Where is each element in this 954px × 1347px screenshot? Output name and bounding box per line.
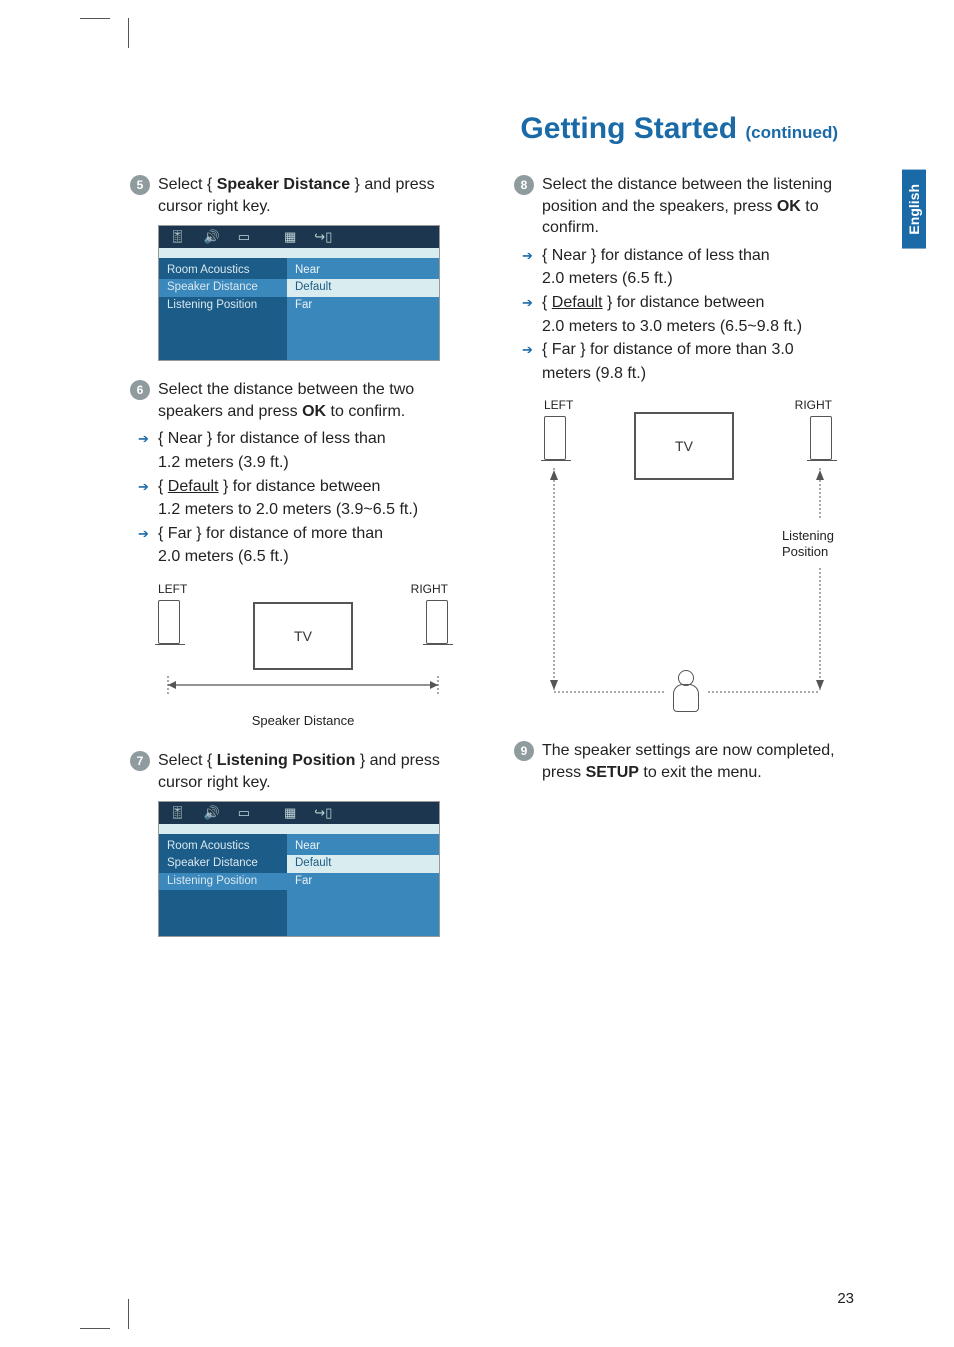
step-6: 6 Select the distance between the two sp… [130,379,480,422]
text: 2.0 meters (6.5 ft.) [130,546,480,568]
tv-icon: TV [253,602,353,670]
menu-right-panel: Near Default Far [287,258,439,360]
right-column: 8 Select the distance between the listen… [514,174,864,955]
title-text: Getting Started [520,112,737,145]
menu-option: Near [295,838,431,855]
text-bold: OK [777,198,801,215]
menu-right-panel: Near Default Far [287,834,439,936]
tab-icon: ▦ [284,229,296,245]
menu-option: Far [295,297,431,314]
speaker-left-icon [158,600,180,644]
menu-listening-position: 🎚 🔊 ▭ ▦ ↪▯ Room Acoustics Speaker Distan… [158,801,440,937]
step-number: 5 [130,175,150,195]
tab-icon: ▭ [238,229,250,245]
text: to confirm. [326,403,405,420]
speaker-right-icon [426,600,448,644]
text-bold: OK [302,403,326,420]
bullet-default: { Default } for distance between [130,476,480,498]
text: Select { [158,752,217,769]
page-number: 23 [837,1290,854,1307]
menu-item-active: Listening Position [159,873,287,890]
text: { [158,478,168,495]
tab-icon: ▦ [284,805,296,821]
menu-left-panel: Room Acoustics Speaker Distance Listenin… [159,834,287,936]
text: Select { [158,176,217,193]
menu-option: Far [295,873,431,890]
text: { [542,294,552,311]
step-5: 5 Select { Speaker Distance } and press … [130,174,480,217]
tab-icon: 🔊 [204,229,220,245]
tab-icon: 🔊 [204,805,220,821]
step-number: 6 [130,380,150,400]
step-8: 8 Select the distance between the listen… [514,174,864,239]
crop-marks-top [80,18,129,48]
bullet-far: { Far } for distance of more than 3.0 [514,339,864,361]
diagram-listening-position: LEFT RIGHT TV ListeningPosition [538,398,838,718]
bullet-far: { Far } for distance of more than [130,523,480,545]
step-number: 8 [514,175,534,195]
text-bold: SETUP [586,764,639,781]
label-right: RIGHT [411,582,448,596]
text: 1.2 meters (3.9 ft.) [130,452,480,474]
menu-option: Near [295,262,431,279]
menu-item: Room Acoustics [167,262,279,279]
text-bold: Listening Position [217,752,356,769]
text: to exit the menu. [639,764,762,781]
menu-item: Speaker Distance [167,855,279,872]
bullet-default: { Default } for distance between [514,292,864,314]
title-continued: (continued) [745,123,838,142]
menu-option-selected: Default [287,855,439,872]
step-number: 7 [130,751,150,771]
text: 2.0 meters to 3.0 meters (6.5~9.8 ft.) [514,316,864,338]
text: 1.2 meters to 2.0 meters (3.9~6.5 ft.) [130,499,480,521]
diagram-speaker-distance: LEFT RIGHT TV Speaker Distance [158,582,448,728]
bullet-near: { Near } for distance of less than [514,245,864,267]
tab-icon: 🎚 [169,229,186,245]
label-speaker-distance: Speaker Distance [158,713,448,728]
tab-icon: 🎚 [169,805,186,821]
label-left: LEFT [158,582,187,596]
section-title: Getting Started (continued) [130,112,864,146]
tab-icon: ↪▯ [314,229,332,245]
menu-speaker-distance: 🎚 🔊 ▭ ▦ ↪▯ Room Acoustics Speaker Distan… [158,225,440,361]
text-underlined: Default [552,294,603,311]
step-9: 9 The speaker settings are now completed… [514,740,864,783]
tab-icon: ↪▯ [314,805,332,821]
text: 2.0 meters (6.5 ft.) [514,268,864,290]
text: } for distance between [603,294,765,311]
left-column: 5 Select { Speaker Distance } and press … [130,174,480,955]
text: } for distance between [219,478,381,495]
menu-item: Room Acoustics [167,838,279,855]
menu-tabs: 🎚 🔊 ▭ ▦ ↪▯ [159,802,439,824]
distance-arrow-icon [158,674,448,696]
text: meters (9.8 ft.) [514,363,864,385]
menu-left-panel: Room Acoustics Speaker Distance Listenin… [159,258,287,360]
menu-item-active: Speaker Distance [159,279,287,296]
bullet-near: { Near } for distance of less than [130,428,480,450]
text-underlined: Default [168,478,219,495]
text-bold: Speaker Distance [217,176,350,193]
menu-item: Listening Position [167,297,279,314]
step-number: 9 [514,741,534,761]
menu-option-selected: Default [287,279,439,296]
person-icon [672,670,700,712]
step-7: 7 Select { Listening Position } and pres… [130,750,480,793]
crop-marks-bottom [80,1299,129,1329]
tab-icon: ▭ [238,805,250,821]
menu-tabs: 🎚 🔊 ▭ ▦ ↪▯ [159,226,439,248]
